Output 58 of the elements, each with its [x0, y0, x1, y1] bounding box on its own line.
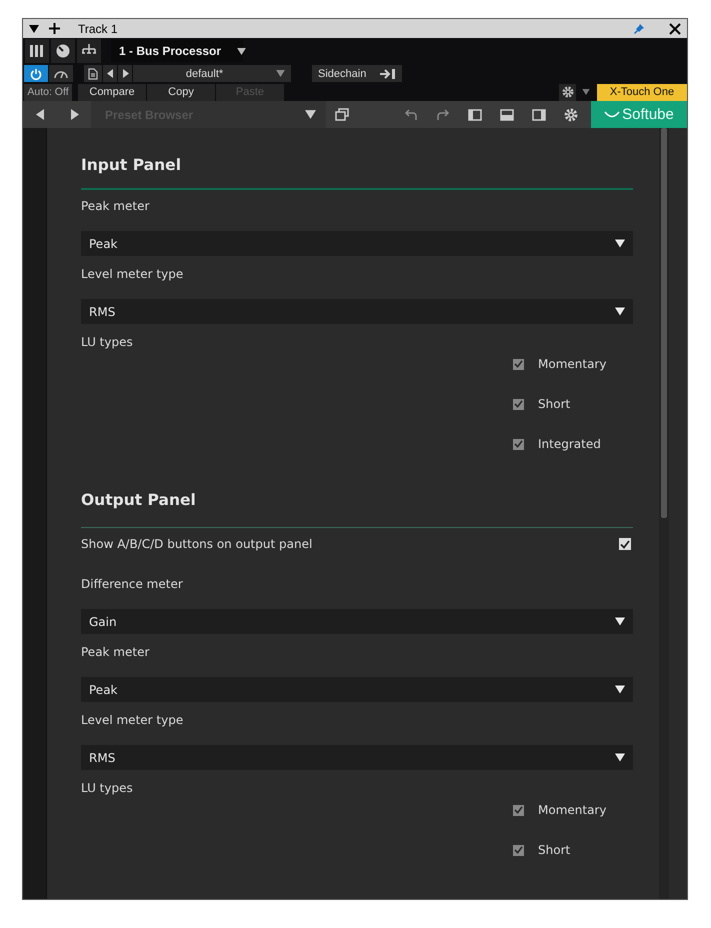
document-icon[interactable]	[84, 65, 102, 82]
device-selector[interactable]: 1 - Bus Processor	[111, 40, 244, 62]
caret-icon	[615, 239, 625, 248]
checkbox[interactable]	[513, 844, 524, 856]
checkbox[interactable]	[513, 804, 524, 816]
preset-dropdown[interactable]: default*	[133, 65, 291, 82]
section-heading: Output Panel	[81, 491, 197, 511]
window-title: Track 1	[78, 22, 118, 36]
pin-icon[interactable]	[633, 22, 645, 34]
mixer-icon[interactable]	[25, 39, 49, 63]
select-dropdown[interactable]: Peak	[81, 231, 633, 256]
checkbox[interactable]	[619, 538, 631, 550]
checkbox[interactable]	[513, 358, 524, 370]
select-dropdown[interactable]: Gain	[81, 609, 633, 634]
setting-label: LU types	[81, 335, 134, 349]
automation-button[interactable]: Auto: Off	[24, 84, 72, 100]
select-dropdown[interactable]: RMS	[81, 299, 633, 324]
caret-icon	[276, 70, 285, 77]
routing-icon[interactable]	[77, 39, 101, 63]
setting-label: Peak meter	[81, 199, 150, 213]
setting-label: LU types	[81, 781, 134, 795]
select-dropdown[interactable]: RMS	[81, 745, 633, 770]
caret-icon	[615, 307, 625, 316]
setting-label: Level meter type	[81, 267, 184, 281]
caret-icon	[615, 753, 625, 762]
header-button[interactable]: Copy	[147, 84, 215, 100]
checkbox[interactable]	[513, 398, 524, 410]
setting-label: Level meter type	[81, 713, 184, 727]
caret-icon	[305, 110, 316, 119]
setting-label: Difference meter	[81, 577, 184, 591]
checkbox[interactable]	[513, 438, 524, 450]
input-arrow-icon	[380, 68, 396, 78]
select-dropdown[interactable]: Peak	[81, 677, 633, 702]
checkbox-label: Momentary	[538, 357, 606, 371]
checkbox-label: Momentary	[538, 803, 606, 817]
power-icon	[30, 68, 42, 80]
setting-label: Show A/B/C/D buttons on output panel	[81, 537, 312, 551]
settings-icon[interactable]	[559, 84, 576, 100]
setting-label: Peak meter	[81, 645, 150, 659]
header-button[interactable]: Compare	[78, 84, 146, 100]
caret-icon[interactable]	[237, 48, 246, 54]
sidechain-button[interactable]: Sidechain	[312, 65, 402, 82]
caret-icon	[615, 685, 625, 694]
automation-icon[interactable]	[49, 65, 73, 82]
knob-icon[interactable]	[51, 39, 75, 63]
section-heading: Input Panel	[81, 156, 182, 176]
power-button[interactable]	[24, 65, 48, 82]
controller-label[interactable]: X-Touch One	[597, 84, 687, 100]
collapse-icon[interactable]	[29, 24, 39, 32]
caret-icon	[615, 617, 625, 626]
checkbox-label: Integrated	[538, 437, 601, 451]
previous-preset-icon[interactable]	[103, 65, 117, 82]
close-icon[interactable]	[669, 22, 681, 34]
add-icon[interactable]	[49, 23, 60, 34]
scrollbar-thumb[interactable]	[661, 128, 667, 518]
next-preset-icon[interactable]	[118, 65, 132, 82]
checkbox-label: Short	[538, 397, 570, 411]
checkbox-label: Short	[538, 843, 570, 857]
